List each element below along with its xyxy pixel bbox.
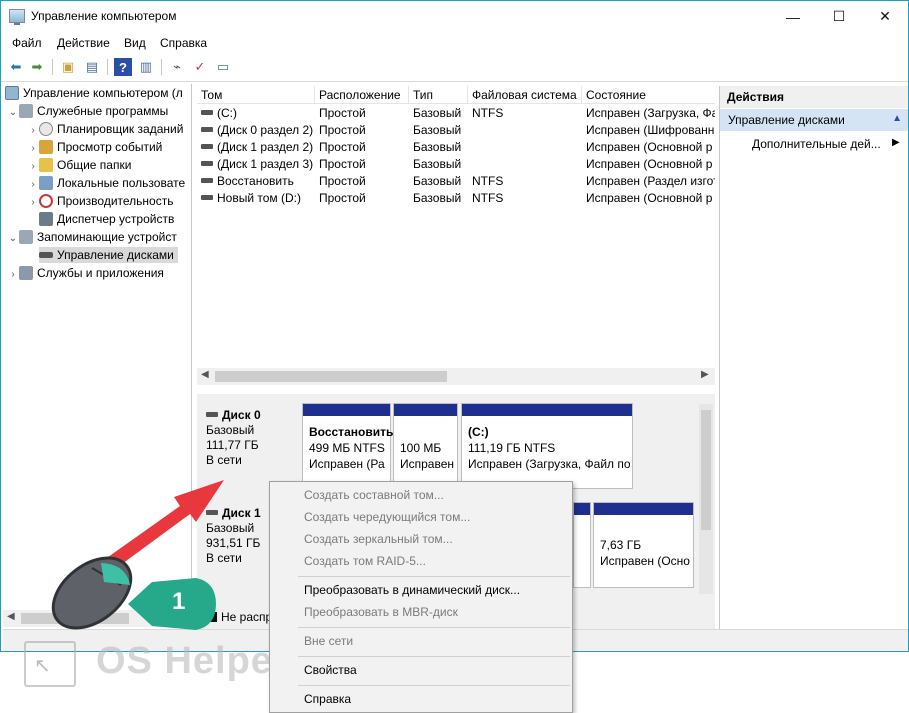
menu-item-create-spanned[interactable]: Создать составной том... <box>304 488 444 502</box>
menu-item-create-mirrored[interactable]: Создать зеркальный том... <box>304 532 453 546</box>
context-menu: Создать составной том... Создать чередую… <box>269 481 573 713</box>
menu-item-convert-mbr[interactable]: Преобразовать в MBR-диск <box>304 605 458 619</box>
menu-item-properties[interactable]: Свойства <box>304 663 357 677</box>
menu-separator <box>298 576 570 577</box>
menu-item-offline[interactable]: Вне сети <box>304 634 353 648</box>
menu-item-create-striped[interactable]: Создать чередующийся том... <box>304 510 470 524</box>
step-marker-1-label: 1 <box>172 588 186 615</box>
menu-separator <box>298 627 570 628</box>
menu-item-create-raid5[interactable]: Создать том RAID-5... <box>304 554 426 568</box>
menu-item-help[interactable]: Справка <box>304 692 351 706</box>
red-arrow <box>101 480 224 572</box>
menu-item-convert-dynamic[interactable]: Преобразовать в динамический диск... <box>304 583 520 597</box>
menu-separator <box>298 685 570 686</box>
menu-separator <box>298 656 570 657</box>
